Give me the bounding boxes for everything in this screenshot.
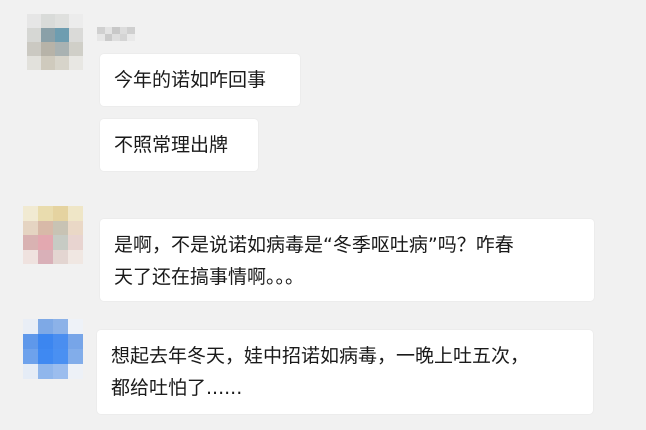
message-text-line: 是啊，不是说诺如病毒是“冬季呕吐病”吗？咋春 (114, 234, 514, 256)
message-text-line: 想起去年冬天，娃中招诺如病毒，一晚上吐五次， (111, 345, 530, 367)
message-bubble[interactable]: 想起去年冬天，娃中招诺如病毒，一晚上吐五次， 都给吐怕了...... (97, 330, 593, 414)
message-bubble[interactable]: 是啊，不是说诺如病毒是“冬季呕吐病”吗？咋春 天了还在搞事情啊。。。 (100, 219, 594, 301)
message-bubble[interactable]: 今年的诺如咋回事 (100, 54, 300, 106)
message-text: 不照常理出牌 (114, 134, 229, 156)
sender-name-blurred (97, 27, 135, 41)
avatar[interactable] (23, 319, 83, 379)
avatar[interactable] (27, 14, 83, 70)
message-text-line: 天了还在搞事情啊。。。 (114, 266, 305, 288)
avatar[interactable] (23, 206, 83, 264)
message-text: 今年的诺如咋回事 (114, 69, 267, 91)
message-text-line: 都给吐怕了...... (111, 377, 243, 399)
message-bubble[interactable]: 不照常理出牌 (100, 119, 258, 171)
